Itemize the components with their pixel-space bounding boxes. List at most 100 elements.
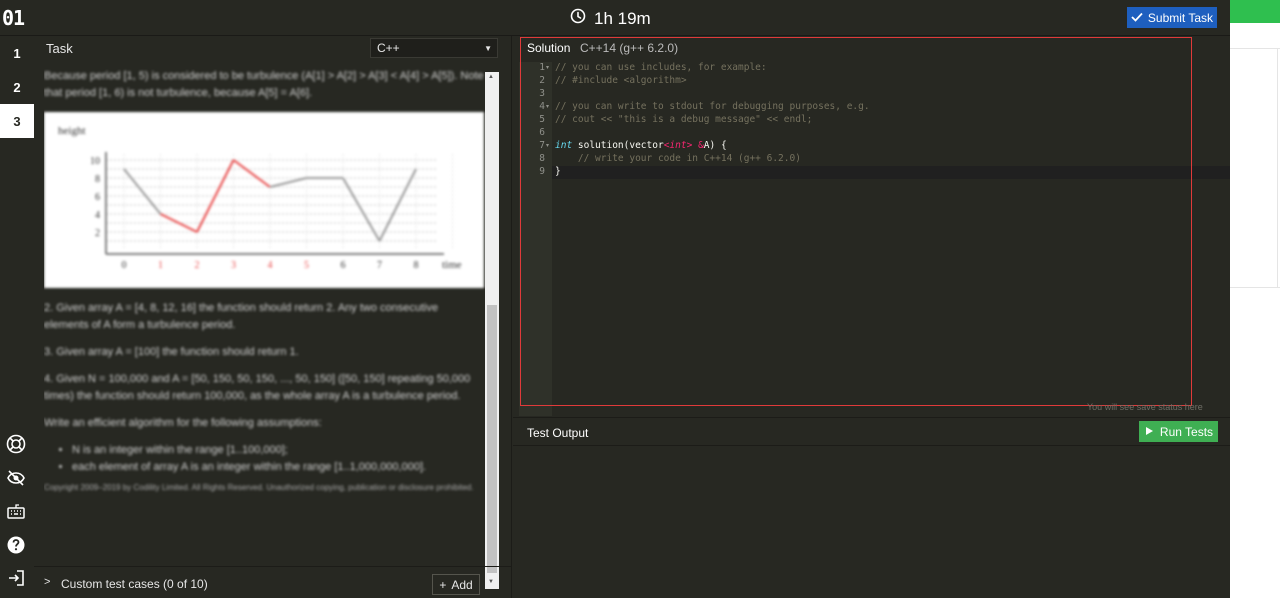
task-rail: 1 2 3 [0,36,34,598]
chevron-right-icon[interactable]: > [44,576,50,588]
turbulence-chart: height time 10 8 6 4 2 0 1 2 3 4 5 6 7 8 [44,112,484,288]
task-tab-label: 1 [13,45,21,61]
run-tests-label: Run Tests [1159,424,1214,439]
right-green-strip [1230,0,1280,23]
divider [513,445,1230,446]
line-number: 3 [539,88,545,99]
save-status: You will see save status here [1087,402,1203,412]
codility-logo: 01 [2,6,25,30]
code-line[interactable]: // cout << "this is a debug message" << … [555,114,812,125]
solution-label: Solution [527,41,571,55]
language-select[interactable]: C++ ▼ [370,38,498,58]
code-line[interactable]: } [555,166,561,177]
right-page-area [1230,0,1280,598]
task-tab-label: 2 [13,79,21,95]
add-label: Add [451,577,473,592]
scrollbar-thumb[interactable] [487,305,497,573]
plus-icon: + [439,577,447,592]
x-tick-label: 0 [122,260,127,271]
code-line[interactable]: // #include <algorithm> [555,75,687,86]
solution-panel: Solution C++14 (g++ 6.2.0) 1 2 3 4 5 6 7… [513,36,1230,416]
task-paragraph: 3. Given array A = [100] the function sh… [44,346,299,358]
y-tick-label: 2 [95,228,100,239]
divider [1277,48,1278,288]
copyright-text: Copyright 2009–2019 by Codility Limited.… [44,483,474,492]
y-tick-label: 4 [95,210,100,221]
task-paragraph: Write an efficient algorithm for the fol… [44,417,322,429]
run-tests-button[interactable]: Run Tests [1139,421,1218,442]
test-output-label: Test Output [527,426,589,440]
add-test-case-button[interactable]: + Add [432,574,480,595]
task-tab-label: 3 [13,113,21,129]
line-number: 4 [539,101,545,112]
task-panel: Task C++ ▼ Because period [1, 5) is cons… [34,36,512,598]
task-tab-2[interactable]: 2 [0,70,34,104]
eye-off-icon[interactable] [5,467,27,489]
line-number: 2 [539,75,545,86]
test-output-panel: Test Output Run Tests [513,417,1230,598]
y-axis-label: height [58,125,86,137]
list-item: each element of array A is an integer wi… [72,459,485,476]
task-paragraph: Because period [1, 5) is considered to b… [44,70,484,99]
y-tick-label: 10 [90,156,100,167]
caret-down-icon: ▼ [484,43,492,53]
fold-arrow-icon[interactable]: ▾ [546,103,549,110]
active-line-highlight [552,166,1230,179]
keyboard-icon[interactable] [5,501,27,523]
code-line[interactable]: // you can write to stdout for debugging… [555,101,870,112]
task-header: Task [46,41,73,56]
code-line[interactable]: int solution(vector<int> &A) { [555,140,727,151]
custom-test-cases-bar[interactable]: > Custom test cases (0 of 10) + Add [34,566,512,598]
help-icon[interactable] [5,534,27,556]
list-item: N is an integer within the range [1..100… [72,442,485,459]
code-token: A) { [703,140,727,151]
fold-arrow-icon[interactable]: ▾ [546,64,549,71]
keyword-token: int [555,140,573,151]
custom-test-cases-label[interactable]: Custom test cases (0 of 10) [61,577,208,591]
submit-task-button[interactable]: Submit Task [1127,7,1217,28]
x-tick-label: 8 [414,260,419,271]
x-tick-label: 4 [268,260,273,271]
line-number: 5 [539,114,545,125]
code-line[interactable]: // write your code in C++14 (g++ 6.2.0) [555,153,801,164]
x-axis-label: time [442,259,462,271]
divider [1230,287,1280,288]
line-number: 7 [539,140,545,151]
series-segment [232,159,271,188]
x-tick-label: 3 [231,260,236,271]
timer-value: 1h 19m [594,8,651,28]
assumptions-list: N is an integer within the range [1..100… [72,442,485,476]
y-tick-label: 8 [95,174,100,185]
submit-task-label: Submit Task [1147,10,1214,25]
fold-arrow-icon[interactable]: ▾ [546,142,549,149]
task-paragraph: 2. Given array A = [4, 8, 12, 16] the fu… [44,302,439,331]
task-description: Because period [1, 5) is considered to b… [44,68,485,588]
task-paragraph: 4. Given N = 100,000 and A = [50, 150, 5… [44,373,471,402]
x-tick-label: 6 [341,260,346,271]
top-bar: 01 1h 19m Submit Task [0,0,1230,36]
line-number: 9 [539,166,545,177]
timer: 1h 19m [570,8,651,29]
code-editor[interactable]: 1 2 3 4 5 6 7 8 9 ▾ ▾ ▾ // you can use i… [519,62,1230,416]
exit-icon[interactable] [5,567,27,589]
x-tick-label: 2 [195,260,200,271]
chart-svg: height time 10 8 6 4 2 0 1 2 3 4 5 6 7 8 [58,125,462,271]
task-tab-1[interactable]: 1 [0,36,34,70]
code-line[interactable]: // you can use includes, for example: [555,62,767,73]
task-scrollbar[interactable]: ▲ ▼ [485,72,499,589]
language-select-value: C++ [377,41,400,55]
line-number: 8 [539,153,545,164]
scroll-up-icon[interactable]: ▲ [488,74,494,80]
task-tab-3[interactable]: 3 [0,104,34,138]
language-version: C++14 (g++ 6.2.0) [580,41,679,55]
divider [1230,48,1280,49]
series-segment [269,177,307,188]
lifebuoy-icon[interactable] [5,433,27,455]
line-number: 1 [539,62,545,73]
series-segment [123,168,162,215]
checkmark-icon [1131,11,1143,25]
line-number: 6 [539,127,545,138]
x-tick-label: 7 [377,260,382,271]
y-tick-label: 6 [95,192,100,203]
code-token: solution(vector [572,140,664,151]
